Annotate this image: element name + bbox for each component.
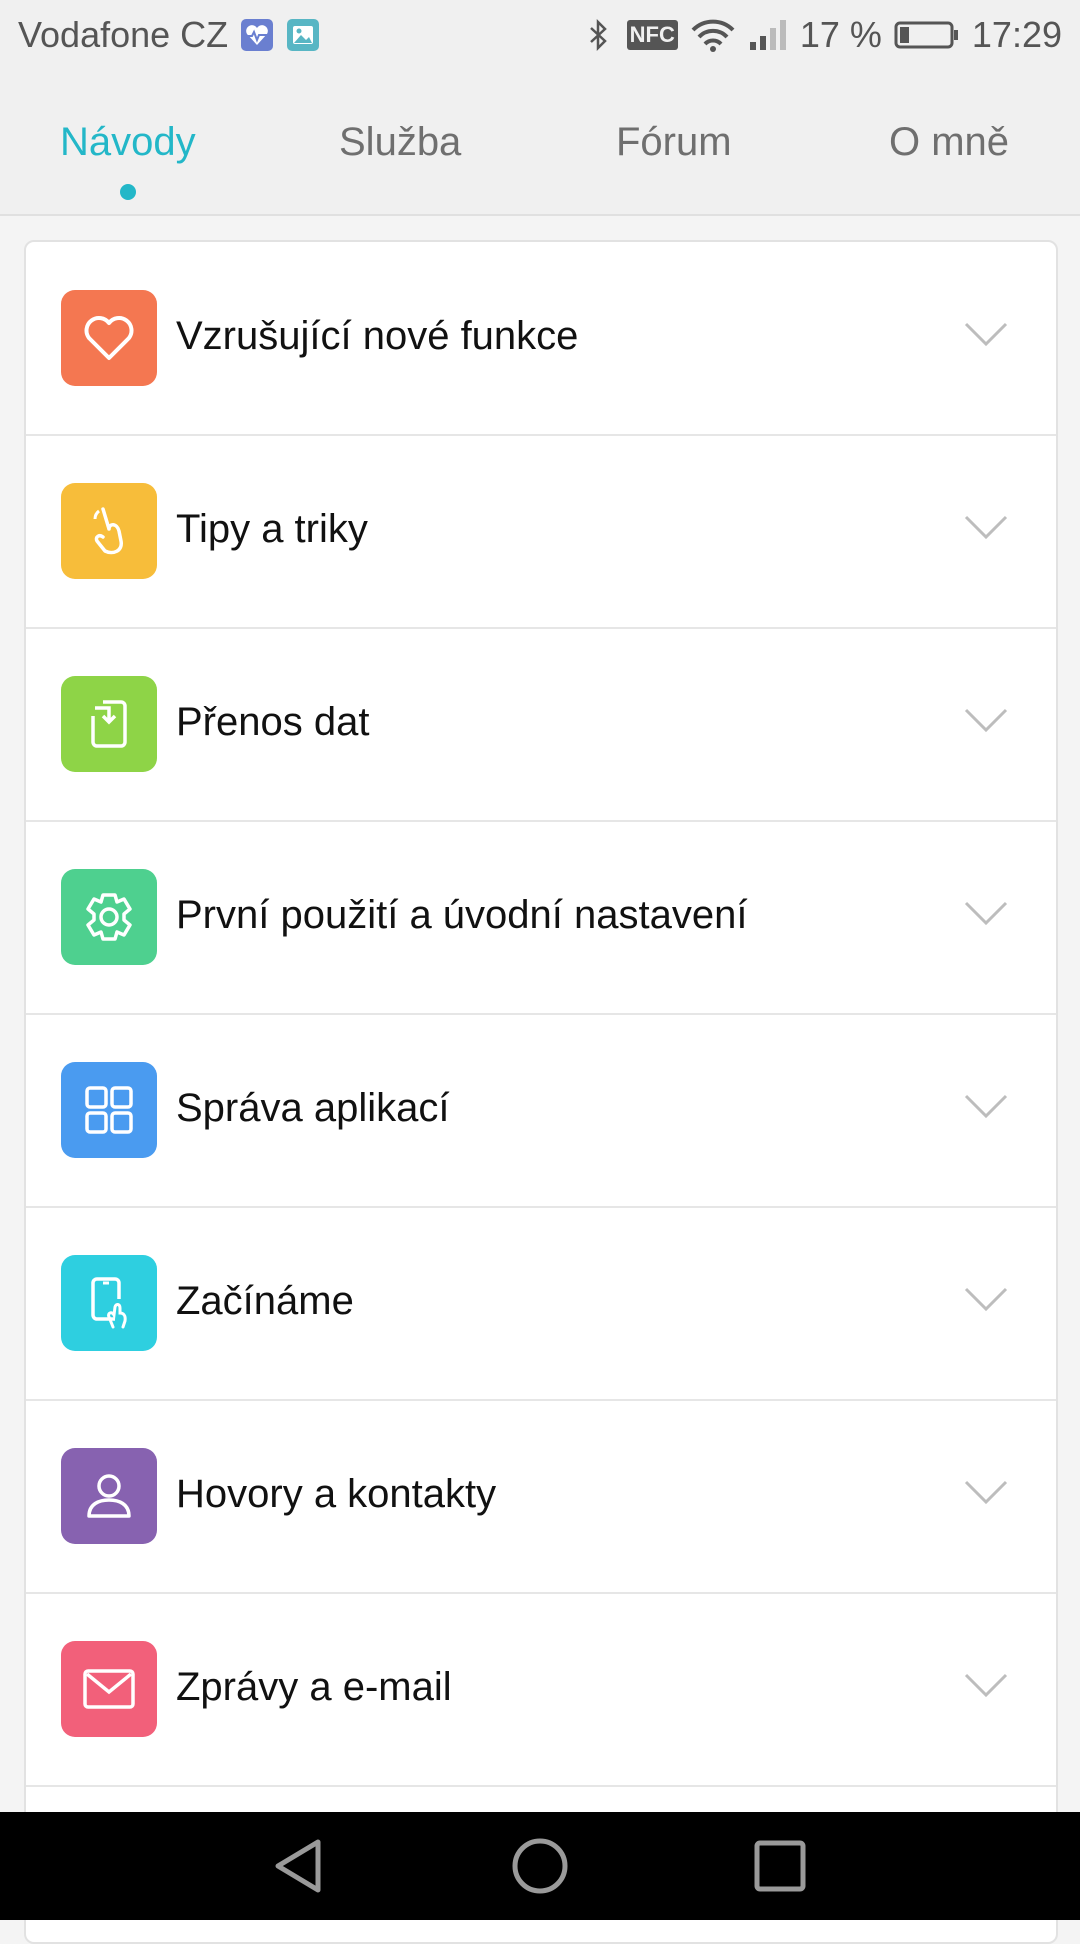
heart-icon — [61, 290, 157, 386]
back-icon[interactable] — [270, 1836, 330, 1896]
chevron-down-icon — [964, 513, 1008, 543]
list-item-data-transfer[interactable]: Přenos dat — [26, 628, 1056, 822]
gesture-hand-icon — [61, 483, 157, 579]
contact-person-icon — [61, 1448, 157, 1544]
data-transfer-icon — [61, 676, 157, 772]
list-item-getting-started[interactable]: Začínáme — [26, 1207, 1056, 1401]
tab-label: Služba — [339, 120, 462, 164]
clock: 17:29 — [971, 14, 1062, 55]
tab-label: Návody — [60, 120, 196, 164]
tab-sluzba[interactable]: Služba — [339, 120, 461, 165]
chevron-down-icon — [964, 1671, 1008, 1701]
list-item-messages-email[interactable]: Zprávy a e-mail — [26, 1593, 1056, 1787]
list-item-tips-tricks[interactable]: Tipy a triky — [26, 435, 1056, 629]
list-item-label: Správa aplikací — [176, 1086, 450, 1130]
bluetooth-icon — [581, 18, 615, 52]
list-item-label: Vzrušující nové funkce — [176, 314, 579, 358]
list-item-label: Tipy a triky — [176, 507, 368, 551]
tab-label: Fórum — [616, 120, 732, 164]
navigation-bar — [0, 1812, 1080, 1920]
chevron-down-icon — [964, 320, 1008, 350]
recents-icon[interactable] — [750, 1836, 810, 1896]
health-notification-icon — [240, 18, 274, 52]
chevron-down-icon — [964, 706, 1008, 736]
mail-icon — [61, 1641, 157, 1737]
list-item-label: Začínáme — [176, 1279, 354, 1323]
nfc-icon: NFC — [626, 20, 678, 50]
chevron-down-icon — [964, 899, 1008, 929]
apps-grid-icon — [61, 1062, 157, 1158]
list-item-label: Zprávy a e-mail — [176, 1665, 452, 1709]
list-item-label: Hovory a kontakty — [176, 1472, 497, 1516]
chevron-down-icon — [964, 1478, 1008, 1508]
list-item-calls-contacts[interactable]: Hovory a kontakty — [26, 1400, 1056, 1594]
gear-icon — [61, 869, 157, 965]
tab-label: O mně — [889, 120, 1010, 164]
phone-touch-icon — [61, 1255, 157, 1351]
gallery-notification-icon — [286, 18, 320, 52]
chevron-down-icon — [964, 1092, 1008, 1122]
chevron-down-icon — [964, 1285, 1008, 1315]
signal-icon — [748, 18, 788, 52]
battery-icon — [894, 18, 960, 52]
tab-navody[interactable]: Návody — [60, 120, 196, 200]
carrier-name: Vodafone CZ — [18, 14, 229, 55]
list-item-app-management[interactable]: Správa aplikací — [26, 1014, 1056, 1208]
tab-o-mne[interactable]: O mně — [889, 120, 1009, 165]
list-item-first-setup[interactable]: První použití a úvodní nastavení — [26, 821, 1056, 1015]
tab-forum[interactable]: Fórum — [616, 120, 732, 165]
home-icon[interactable] — [510, 1836, 570, 1896]
battery-percent: 17 % — [799, 14, 882, 55]
list-item-label: První použití a úvodní nastavení — [176, 893, 748, 937]
active-tab-indicator — [119, 184, 136, 200]
list-item-label: Přenos dat — [176, 700, 370, 744]
tab-bar: Návody Služba Fórum O mně — [0, 74, 1080, 216]
guides-list: Vzrušující nové funkce Tipy a triky Přen… — [24, 240, 1058, 1944]
list-item-new-features[interactable]: Vzrušující nové funkce — [26, 242, 1056, 436]
status-bar: Vodafone CZ NFC 17 % 17:29 — [0, 0, 1080, 74]
wifi-icon — [690, 18, 736, 52]
